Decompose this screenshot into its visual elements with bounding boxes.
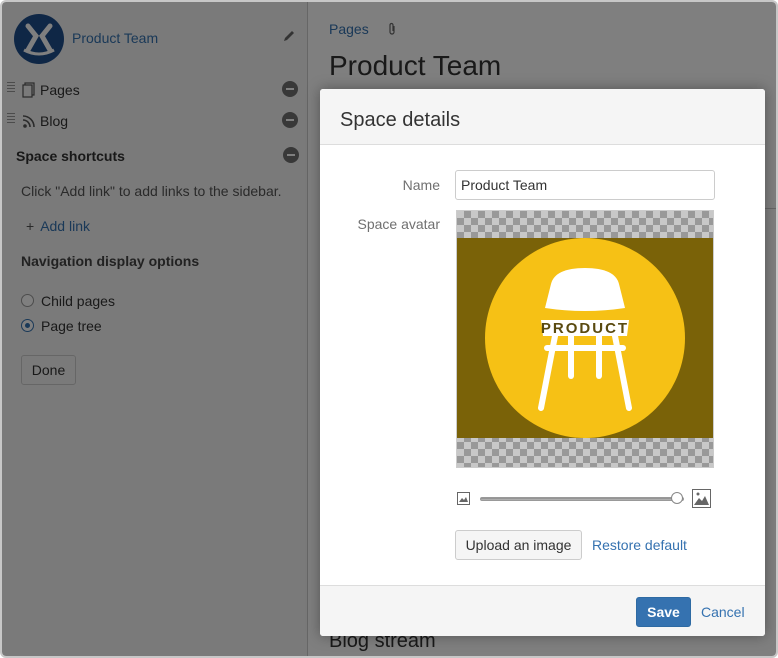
save-button[interactable]: Save	[636, 597, 691, 627]
avatar-crop-area[interactable]: PRODUCT	[456, 210, 714, 468]
image-large-icon	[692, 489, 711, 508]
space-details-dialog: Space details Name Space avatar PRODUCT	[320, 89, 765, 636]
slider-handle[interactable]	[671, 492, 683, 504]
dialog-header: Space details	[320, 89, 765, 145]
space-name-input[interactable]	[455, 170, 715, 200]
upload-image-button[interactable]: Upload an image	[455, 530, 582, 560]
image-small-icon	[457, 492, 470, 505]
restore-default-link[interactable]: Restore default	[592, 537, 687, 553]
app-window: Product Team Pages	[0, 0, 778, 658]
dialog-footer: Save Cancel	[320, 585, 765, 636]
avatar-label: Space avatar	[357, 216, 441, 232]
dialog-title: Space details	[340, 109, 461, 131]
avatar-text: PRODUCT	[541, 320, 629, 337]
cancel-link[interactable]: Cancel	[701, 604, 745, 620]
slider-track[interactable]	[480, 497, 684, 501]
zoom-slider[interactable]	[457, 489, 715, 509]
name-label: Name	[402, 177, 440, 193]
chair-avatar-icon: PRODUCT	[485, 238, 685, 438]
